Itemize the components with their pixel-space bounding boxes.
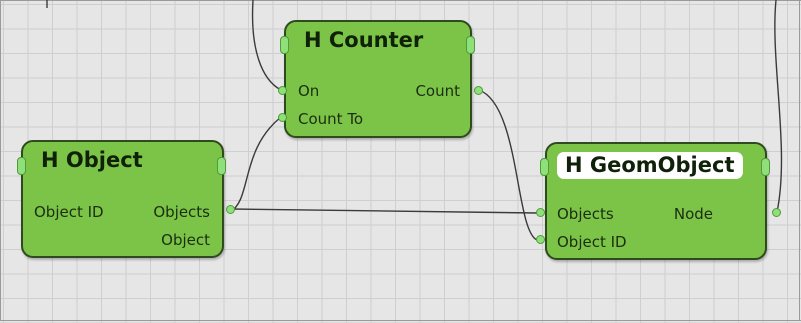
canvas-border-bottom: [0, 320, 801, 321]
port-label-object-id: Object ID: [34, 203, 104, 221]
port-label-object: Object: [161, 231, 210, 249]
node-object[interactable]: H Object Object ID Objects Object: [21, 140, 224, 258]
input-port-count-to[interactable]: [278, 113, 287, 122]
output-port-count[interactable]: [474, 86, 483, 95]
port-label-count-to: Count To: [298, 110, 364, 128]
wire-object-objects-to-counter-count-to[interactable]: [229, 116, 282, 213]
wire-in-counter-on[interactable]: [251, 0, 282, 91]
node-header-tab-right[interactable]: [761, 158, 770, 176]
port-label-node: Node: [673, 205, 713, 223]
port-label-object-id: Object ID: [557, 233, 627, 251]
node-geomobject[interactable]: H GeomObject Objects Object ID Node: [545, 142, 767, 260]
input-port-on[interactable]: [278, 86, 287, 95]
output-port-node[interactable]: [772, 208, 781, 217]
node-header-tab-right[interactable]: [466, 36, 475, 54]
node-header-tab-left[interactable]: [17, 157, 26, 175]
wire-counter-count-to-geomobject-objectid[interactable]: [478, 89, 538, 241]
node-header-tab-left[interactable]: [280, 36, 289, 54]
node-title: H GeomObject: [557, 152, 743, 179]
output-port-objects[interactable]: [226, 205, 235, 214]
wire-out-geomobject-node[interactable]: [774, 0, 783, 213]
canvas-border-left: [0, 0, 1, 321]
wire-object-objects-to-geomobject-objects[interactable]: [230, 208, 538, 214]
node-header-tab-right[interactable]: [217, 157, 226, 175]
node-title: H Counter: [304, 28, 424, 52]
node-header-tab-left[interactable]: [540, 158, 549, 176]
port-label-objects: Objects: [557, 205, 614, 223]
port-label-count: Count: [415, 82, 460, 100]
canvas-border-top: [0, 0, 801, 1]
node-counter[interactable]: H Counter On Count To Count: [284, 20, 472, 138]
canvas-border-right: [799, 0, 800, 321]
input-port-object-id[interactable]: [536, 235, 545, 244]
port-label-objects: Objects: [153, 203, 210, 221]
input-port-objects[interactable]: [536, 208, 545, 217]
port-label-on: On: [298, 82, 320, 100]
node-title: H Object: [41, 148, 143, 172]
